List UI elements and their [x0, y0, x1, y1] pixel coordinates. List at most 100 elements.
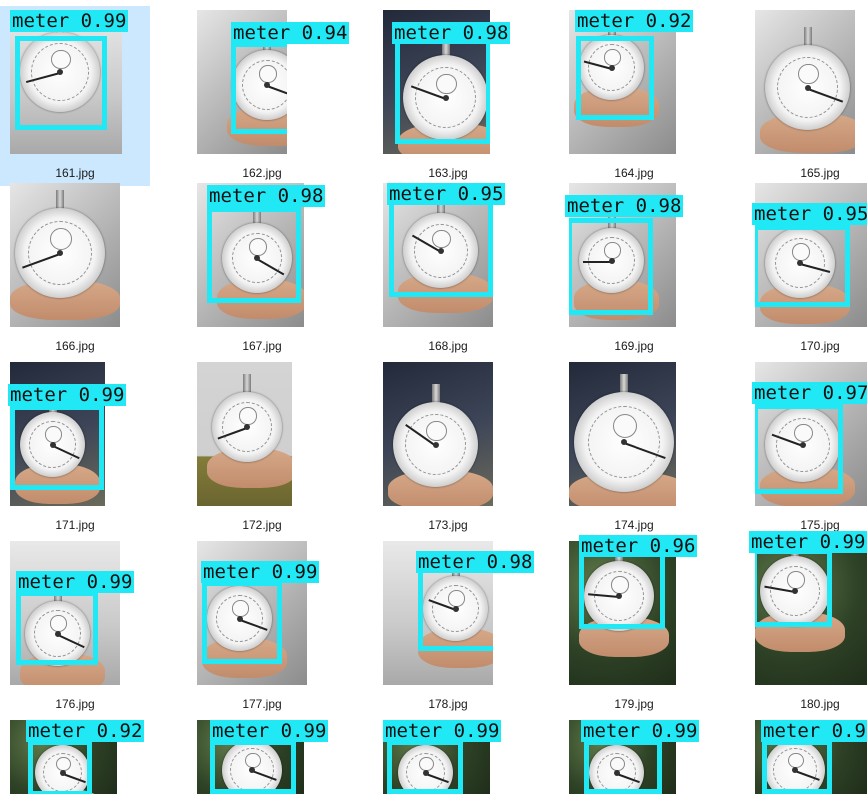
file-tile[interactable]: meter 0.99 — [559, 716, 709, 806]
detection-bounding-box — [755, 549, 832, 627]
file-tile[interactable]: 165.jpg — [745, 6, 867, 186]
detection-bounding-box — [28, 740, 92, 794]
detection-bounding-box — [210, 740, 296, 794]
file-tile[interactable]: meter 0.99 171.jpg — [0, 358, 150, 538]
gauge-stem — [56, 190, 64, 210]
detection-bounding-box — [389, 199, 493, 297]
image-thumbnail — [197, 362, 292, 506]
detection-label: meter 0.98 — [207, 185, 326, 207]
file-tile[interactable]: 173.jpg — [373, 358, 523, 538]
file-tile[interactable]: meter 0.92 — [0, 716, 150, 806]
dial-gauge-image — [212, 392, 282, 462]
file-name-label: 176.jpg — [55, 697, 95, 711]
detection-bounding-box — [418, 568, 493, 651]
image-thumbnail — [755, 541, 867, 685]
file-tile[interactable]: meter 0.94 162.jpg — [187, 6, 350, 186]
detection-bounding-box — [584, 740, 662, 794]
detection-label: meter 0.97 — [752, 382, 867, 404]
detection-label: meter 0.99 — [749, 531, 867, 553]
gauge-stem — [243, 374, 251, 394]
gauge-stem — [620, 374, 628, 394]
file-name-label: 167.jpg — [242, 339, 282, 353]
file-name-label: 173.jpg — [428, 518, 468, 532]
detection-label: meter 0.94 — [231, 22, 350, 44]
image-thumbnail — [10, 183, 120, 327]
file-tile[interactable]: meter 0.98 163.jpg — [373, 6, 523, 186]
detection-label: meter 0.98 — [565, 195, 684, 217]
detection-bounding-box — [387, 740, 463, 794]
file-tile[interactable]: meter 0.95 168.jpg — [373, 179, 523, 359]
file-tile[interactable]: meter 0.95 170.jpg — [745, 179, 867, 359]
sub-dial — [798, 63, 819, 85]
detection-bounding-box — [576, 36, 654, 120]
detection-label: meter 0.92 — [26, 720, 145, 742]
detection-bounding-box — [569, 218, 653, 315]
file-tile[interactable]: meter 0.96 179.jpg — [559, 535, 709, 717]
image-thumbnail — [755, 10, 855, 154]
file-tile[interactable]: meter 0.99 161.jpg — [0, 6, 150, 186]
dial-gauge-image — [574, 392, 674, 492]
detection-label: meter 0.92 — [575, 10, 694, 32]
detection-label: meter 0.99 — [10, 10, 129, 32]
file-name-label: 166.jpg — [55, 339, 95, 353]
sub-dial — [613, 414, 637, 438]
file-name-label: 161.jpg — [55, 166, 95, 180]
image-thumbnail — [10, 541, 120, 685]
file-tile[interactable]: meter 0.99 176.jpg — [0, 537, 150, 717]
sub-dial — [426, 420, 447, 442]
file-name-label: 169.jpg — [614, 339, 654, 353]
file-tile[interactable]: meter 0.97 175.jpg — [745, 358, 867, 538]
file-name-label: 162.jpg — [242, 166, 282, 180]
file-name-label: 165.jpg — [800, 166, 840, 180]
file-name-label: 164.jpg — [614, 166, 654, 180]
detection-bounding-box — [231, 42, 287, 134]
file-name-label: 163.jpg — [428, 166, 468, 180]
file-tile[interactable]: meter 0.98 167.jpg — [187, 179, 337, 359]
file-tile[interactable]: meter 0.99 — [373, 716, 523, 806]
image-thumbnail — [569, 362, 676, 506]
file-name-label: 174.jpg — [614, 518, 654, 532]
detection-label: meter 0.95 — [387, 183, 506, 205]
file-tile[interactable]: meter 0.99 180.jpg — [745, 531, 867, 717]
file-thumbnail-grid: meter 0.99 161.jpg meter 0.94 162.jpg meter … — [0, 0, 867, 800]
detection-bounding-box — [755, 225, 850, 307]
file-name-label: 175.jpg — [800, 518, 840, 532]
detection-label: meter 0.9 — [761, 720, 867, 742]
dial-gauge-image — [393, 402, 478, 487]
detection-label: meter 0.95 — [752, 203, 867, 225]
detection-bounding-box — [10, 405, 104, 490]
file-tile[interactable]: meter 0.9 — [745, 716, 867, 806]
file-name-label: 179.jpg — [614, 697, 654, 711]
file-name-label: 177.jpg — [242, 697, 282, 711]
detection-bounding-box — [762, 740, 832, 794]
detection-bounding-box — [15, 36, 107, 130]
detection-label: meter 0.96 — [579, 535, 698, 557]
detection-label: meter 0.99 — [8, 384, 127, 406]
dial-gauge-image — [15, 208, 105, 298]
detection-bounding-box — [395, 36, 490, 144]
file-tile[interactable]: meter 0.99 — [187, 716, 337, 806]
detection-label: meter 0.99 — [210, 720, 329, 742]
file-name-label: 168.jpg — [428, 339, 468, 353]
file-tile[interactable]: meter 0.92 164.jpg — [559, 6, 709, 186]
file-name-label: 180.jpg — [800, 697, 840, 711]
gauge-stem — [431, 384, 440, 404]
file-tile[interactable]: meter 0.98 169.jpg — [559, 179, 709, 359]
file-tile[interactable]: 166.jpg — [0, 179, 150, 359]
detection-bounding-box — [16, 591, 98, 665]
file-tile[interactable]: meter 0.98 178.jpg — [373, 537, 535, 717]
detection-bounding-box — [755, 404, 843, 494]
detection-label: meter 0.98 — [392, 22, 511, 44]
image-thumbnail — [383, 362, 493, 506]
file-tile[interactable]: meter 0.99 177.jpg — [187, 537, 337, 717]
dial-gauge-image — [765, 45, 850, 130]
detection-bounding-box — [579, 551, 665, 629]
file-name-label: 172.jpg — [242, 518, 282, 532]
file-name-label: 171.jpg — [55, 518, 95, 532]
detection-label: meter 0.99 — [383, 720, 502, 742]
sub-dial — [50, 227, 72, 250]
detection-label: meter 0.99 — [581, 720, 700, 742]
file-tile[interactable]: 172.jpg — [187, 358, 337, 538]
detection-label: meter 0.99 — [201, 561, 320, 583]
file-tile[interactable]: 174.jpg — [559, 358, 709, 538]
